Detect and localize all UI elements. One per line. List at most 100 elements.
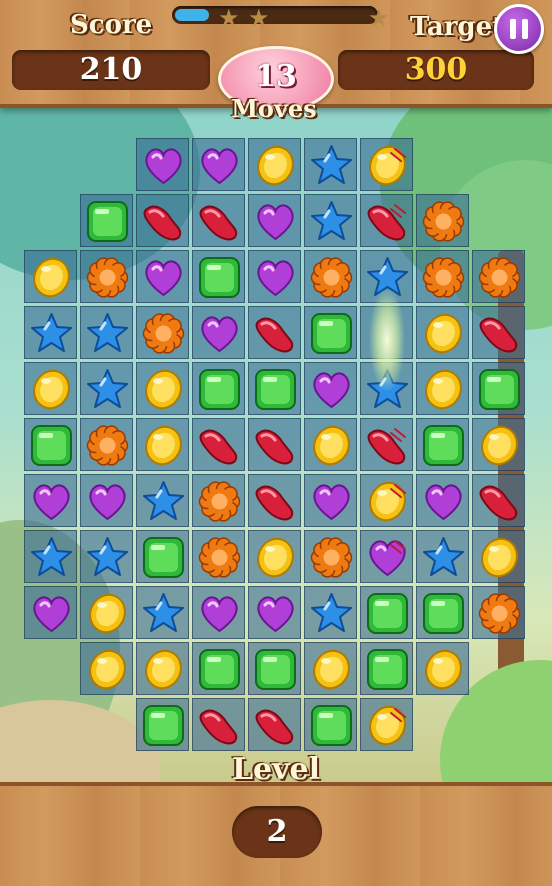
board-cell[interactable] <box>192 194 245 247</box>
yellow-round-candy-special[interactable] <box>365 143 410 188</box>
board-cell[interactable] <box>304 474 357 527</box>
green-square-candy[interactable] <box>365 647 410 692</box>
yellow-round-candy[interactable] <box>29 255 74 300</box>
red-bean-candy[interactable] <box>197 423 242 468</box>
red-bean-candy[interactable] <box>253 311 298 356</box>
orange-flower-candy[interactable] <box>197 479 242 524</box>
board-cell[interactable] <box>360 474 413 527</box>
board-cell[interactable] <box>192 306 245 359</box>
board-cell[interactable] <box>360 642 413 695</box>
board-cell[interactable] <box>80 586 133 639</box>
orange-flower-candy[interactable] <box>309 535 354 580</box>
green-square-candy[interactable] <box>197 647 242 692</box>
yellow-round-candy[interactable] <box>29 367 74 412</box>
purple-heart-candy[interactable] <box>421 479 466 524</box>
board-cell[interactable] <box>136 306 189 359</box>
board-cell[interactable] <box>248 194 301 247</box>
board-cell[interactable] <box>192 474 245 527</box>
yellow-round-candy-special[interactable] <box>365 479 410 524</box>
orange-flower-candy[interactable] <box>477 255 522 300</box>
green-square-candy[interactable] <box>309 311 354 356</box>
board-cell[interactable] <box>416 642 469 695</box>
red-bean-candy[interactable] <box>253 423 298 468</box>
board-cell[interactable] <box>248 250 301 303</box>
purple-heart-candy[interactable] <box>253 199 298 244</box>
board-cell[interactable] <box>248 698 301 751</box>
board-cell[interactable] <box>360 194 413 247</box>
green-square-candy[interactable] <box>141 703 186 748</box>
blue-star-candy[interactable] <box>141 591 186 636</box>
board-cell[interactable] <box>416 418 469 471</box>
blue-star-candy[interactable] <box>309 143 354 188</box>
red-bean-candy[interactable] <box>141 199 186 244</box>
purple-heart-candy[interactable] <box>29 591 74 636</box>
green-square-candy[interactable] <box>29 423 74 468</box>
board-cell[interactable] <box>24 362 77 415</box>
board-cell[interactable] <box>416 474 469 527</box>
board-cell[interactable] <box>136 362 189 415</box>
orange-flower-candy[interactable] <box>85 423 130 468</box>
board-cell[interactable] <box>80 194 133 247</box>
purple-heart-candy[interactable] <box>253 591 298 636</box>
yellow-round-candy[interactable] <box>477 535 522 580</box>
board-cell[interactable] <box>136 530 189 583</box>
board-cell[interactable] <box>304 698 357 751</box>
green-square-candy[interactable] <box>253 367 298 412</box>
board-cell[interactable] <box>192 698 245 751</box>
yellow-round-candy[interactable] <box>421 311 466 356</box>
board-cell[interactable] <box>248 362 301 415</box>
board-cell[interactable] <box>304 642 357 695</box>
board-cell[interactable] <box>136 418 189 471</box>
board-cell[interactable] <box>80 250 133 303</box>
orange-flower-candy[interactable] <box>309 255 354 300</box>
blue-star-candy[interactable] <box>309 591 354 636</box>
purple-heart-candy[interactable] <box>197 311 242 356</box>
orange-flower-candy[interactable] <box>477 591 522 636</box>
blue-star-candy[interactable] <box>85 311 130 356</box>
board-cell[interactable] <box>80 530 133 583</box>
board-cell[interactable] <box>304 306 357 359</box>
board-cell[interactable] <box>24 418 77 471</box>
board-cell[interactable] <box>416 250 469 303</box>
board-cell[interactable] <box>304 418 357 471</box>
red-bean-candy[interactable] <box>197 703 242 748</box>
board-cell[interactable] <box>192 138 245 191</box>
board-cell[interactable] <box>248 418 301 471</box>
yellow-round-candy[interactable] <box>85 591 130 636</box>
orange-flower-candy[interactable] <box>197 535 242 580</box>
board-cell[interactable] <box>248 306 301 359</box>
green-square-candy[interactable] <box>253 647 298 692</box>
board-cell[interactable] <box>136 250 189 303</box>
board-cell[interactable] <box>304 250 357 303</box>
blue-star-candy[interactable] <box>141 479 186 524</box>
board-cell[interactable] <box>136 586 189 639</box>
board-cell[interactable] <box>360 138 413 191</box>
green-square-candy[interactable] <box>365 591 410 636</box>
yellow-round-candy[interactable] <box>141 647 186 692</box>
purple-heart-candy[interactable] <box>253 255 298 300</box>
board-cell[interactable] <box>24 250 77 303</box>
board-cell[interactable] <box>416 362 469 415</box>
board-cell[interactable] <box>360 418 413 471</box>
orange-flower-candy[interactable] <box>421 255 466 300</box>
board-cell[interactable] <box>472 530 525 583</box>
board-cell[interactable] <box>192 642 245 695</box>
orange-flower-candy[interactable] <box>421 199 466 244</box>
yellow-round-candy[interactable] <box>477 423 522 468</box>
yellow-round-candy[interactable] <box>421 367 466 412</box>
board-cell[interactable] <box>304 530 357 583</box>
board-cell[interactable] <box>472 418 525 471</box>
blue-star-candy[interactable] <box>29 311 74 356</box>
green-square-candy[interactable] <box>197 255 242 300</box>
board-cell[interactable] <box>136 138 189 191</box>
board-cell[interactable] <box>80 474 133 527</box>
board-cell[interactable] <box>304 586 357 639</box>
yellow-round-candy[interactable] <box>141 423 186 468</box>
purple-heart-candy[interactable] <box>141 255 186 300</box>
green-square-candy[interactable] <box>141 535 186 580</box>
board-cell[interactable] <box>472 362 525 415</box>
board-cell[interactable] <box>136 194 189 247</box>
board-cell[interactable] <box>472 474 525 527</box>
board-cell[interactable] <box>472 306 525 359</box>
purple-heart-candy[interactable] <box>309 367 354 412</box>
